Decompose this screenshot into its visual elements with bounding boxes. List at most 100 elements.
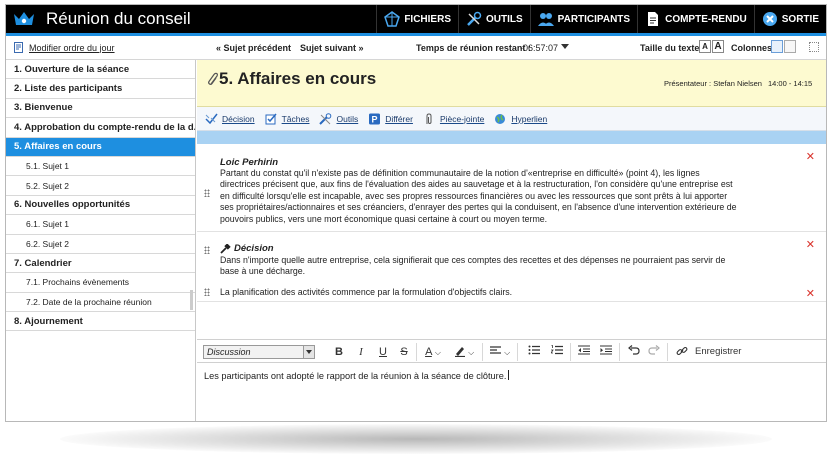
undo-button[interactable] (627, 345, 641, 359)
minutes-content: Loic Perhirin Partant du constat qu'il n… (197, 144, 826, 339)
drag-handle-icon[interactable] (204, 288, 210, 296)
paragraph-style-value: Discussion (207, 347, 251, 357)
indent-button[interactable] (599, 345, 613, 359)
bulleted-list-button[interactable] (527, 345, 541, 359)
decision-line: base à une décharge. (220, 266, 306, 277)
attachment-action[interactable]: Pièce-jointe (423, 112, 484, 125)
italic-button[interactable]: I (355, 345, 367, 359)
decision-action[interactable]: Décision (205, 113, 255, 125)
section-band (197, 131, 826, 144)
tools-action-label: Outils (336, 113, 359, 124)
tasks-action[interactable]: Tâches (265, 113, 309, 125)
hyperlink-icon (495, 113, 506, 124)
item-header: 5. Affaires en cours Présentateur : Stef… (197, 60, 826, 107)
nav-participants-label: PARTICIPANTS (557, 13, 631, 25)
agenda-item-welcome[interactable]: 3. Bienvenue (6, 99, 195, 119)
entry-line: ses propriétaires/actionnaires et ses cr… (220, 202, 737, 213)
agenda-item-opportunities[interactable]: 6. Nouvelles opportunités (6, 196, 195, 216)
modify-agenda-label: Modifier ordre du jour (29, 42, 115, 53)
strikethrough-button[interactable]: S (398, 345, 410, 359)
decision-entry[interactable]: Décision Dans n'importe quelle autre ent… (197, 233, 826, 283)
item-time: 14:00 - 14:15 (768, 79, 813, 88)
fullscreen-icon[interactable] (809, 42, 819, 52)
entry-author: Loic Perhirin (220, 157, 279, 168)
delete-entry-icon[interactable]: ✕ (806, 150, 815, 163)
entry-line: pouvoirs publics, vers une mort économiq… (220, 213, 548, 224)
tools-icon (319, 112, 332, 125)
remaining-time-label: Temps de réunion restant : (416, 43, 531, 53)
editor-toolbar: Discussion B I U S A ⌵ ⌵ ⌵ Enregistrer (197, 339, 826, 363)
indent-icon (600, 345, 612, 355)
two-column-button[interactable] (784, 40, 796, 53)
remaining-time-value: -06:57:07 (520, 43, 559, 53)
item-title: 5. Affaires en cours (219, 69, 377, 88)
columns-label: Colonnes (731, 43, 773, 53)
text-color-button[interactable]: A ⌵ (423, 345, 443, 359)
agenda-subitem-6-1[interactable]: 6.1. Sujet 1 (6, 215, 195, 235)
prev-topic-button[interactable]: « Sujet précédent (216, 43, 291, 53)
agenda-item-approval[interactable]: 4. Approbation du compte-rendu de la d..… (6, 118, 195, 138)
hyperlink-action-label: Hyperlien (511, 113, 548, 124)
toolbar-divider (517, 343, 518, 361)
text-size-small-button[interactable]: A (699, 40, 711, 53)
agenda-subitem-7-2[interactable]: 7.2. Date de la prochaine réunion (6, 293, 195, 313)
defer-action[interactable]: P Différer (368, 113, 413, 125)
redo-button[interactable] (647, 345, 661, 359)
files-icon (384, 11, 401, 27)
agenda-item-opening[interactable]: 1. Ouverture de la séance (6, 60, 195, 80)
defer-icon: P (369, 113, 381, 124)
outdent-button[interactable] (577, 345, 591, 359)
delete-entry-icon[interactable]: ✕ (806, 287, 815, 300)
modify-agenda-link[interactable]: Modifier ordre du jour (14, 42, 115, 53)
delete-entry-icon[interactable]: ✕ (806, 238, 815, 251)
sidebar-scrollbar[interactable] (190, 290, 193, 310)
nav-tools[interactable]: OUTILS (458, 5, 530, 33)
drag-handle-icon[interactable] (204, 189, 210, 197)
meeting-toolbar: Modifier ordre du jour « Sujet précédent… (6, 36, 826, 60)
hyperlink-action[interactable]: Hyperlien (494, 113, 547, 125)
nav-participants[interactable]: PARTICIPANTS (529, 5, 637, 33)
save-button[interactable]: Enregistrer (695, 345, 741, 359)
tasks-icon (265, 113, 277, 124)
app-title: Réunion du conseil (46, 9, 191, 28)
top-nav: FICHIERS OUTILS PARTICIPANTS COMPTE-REND… (376, 5, 826, 33)
nav-exit-label: SORTIE (781, 13, 819, 25)
nav-tools-label: OUTILS (486, 13, 523, 25)
paperclip-icon (208, 72, 218, 85)
underline-button[interactable]: U (377, 345, 389, 359)
defer-action-label: Différer (385, 113, 413, 124)
minute-entry[interactable]: Loic Perhirin Partant du constat qu'il n… (197, 144, 826, 232)
align-button[interactable]: ⌵ (489, 345, 511, 359)
app-logo-icon (10, 5, 38, 33)
action-bar: Décision Tâches Outils P Différer Pièce-… (197, 107, 826, 131)
agenda-subitem-5-2[interactable]: 5.2. Sujet 2 (6, 176, 195, 196)
agenda-item-adjournment[interactable]: 8. Ajournement (6, 312, 195, 332)
decision-heading-label: Décision (234, 243, 274, 254)
agenda-item-participants[interactable]: 2. Liste des participants (6, 79, 195, 99)
link-icon (676, 346, 688, 356)
paragraph-style-select[interactable]: Discussion (203, 345, 315, 359)
highlight-color-button[interactable]: ⌵ (453, 345, 475, 359)
nav-exit[interactable]: SORTIE (753, 5, 826, 33)
next-topic-button[interactable]: Sujet suivant » (300, 43, 364, 53)
top-bar: Réunion du conseil FICHIERS OUTILS PARTI… (6, 5, 826, 33)
editor-text-area[interactable]: Les participants ont adopté le rapport d… (204, 370, 510, 381)
text-size-large-button[interactable]: A (712, 40, 724, 53)
nav-files[interactable]: FICHIERS (376, 5, 458, 33)
agenda-subitem-5-1[interactable]: 5.1. Sujet 1 (6, 157, 195, 177)
timer-dropdown-icon[interactable] (561, 44, 569, 49)
tools-action[interactable]: Outils (319, 112, 359, 125)
bold-button[interactable]: B (333, 345, 345, 359)
drag-handle-icon[interactable] (204, 246, 210, 254)
link-button[interactable] (675, 345, 689, 359)
agenda-item-current-affairs[interactable]: 5. Affaires en cours (6, 137, 195, 157)
minutes-editor[interactable]: Les participants ont adopté le rapport d… (197, 363, 826, 421)
text-size-label: Taille du texte (640, 43, 700, 53)
note-entry[interactable]: La planification des activités commence … (197, 283, 826, 302)
single-column-button[interactable] (771, 40, 783, 53)
agenda-subitem-7-1[interactable]: 7.1. Prochains évènements (6, 273, 195, 293)
numbered-list-button[interactable] (550, 345, 564, 359)
nav-minutes[interactable]: COMPTE-RENDU (637, 5, 754, 33)
agenda-item-calendar[interactable]: 7. Calendrier (6, 254, 195, 274)
agenda-subitem-6-2[interactable]: 6.2. Sujet 2 (6, 235, 195, 254)
